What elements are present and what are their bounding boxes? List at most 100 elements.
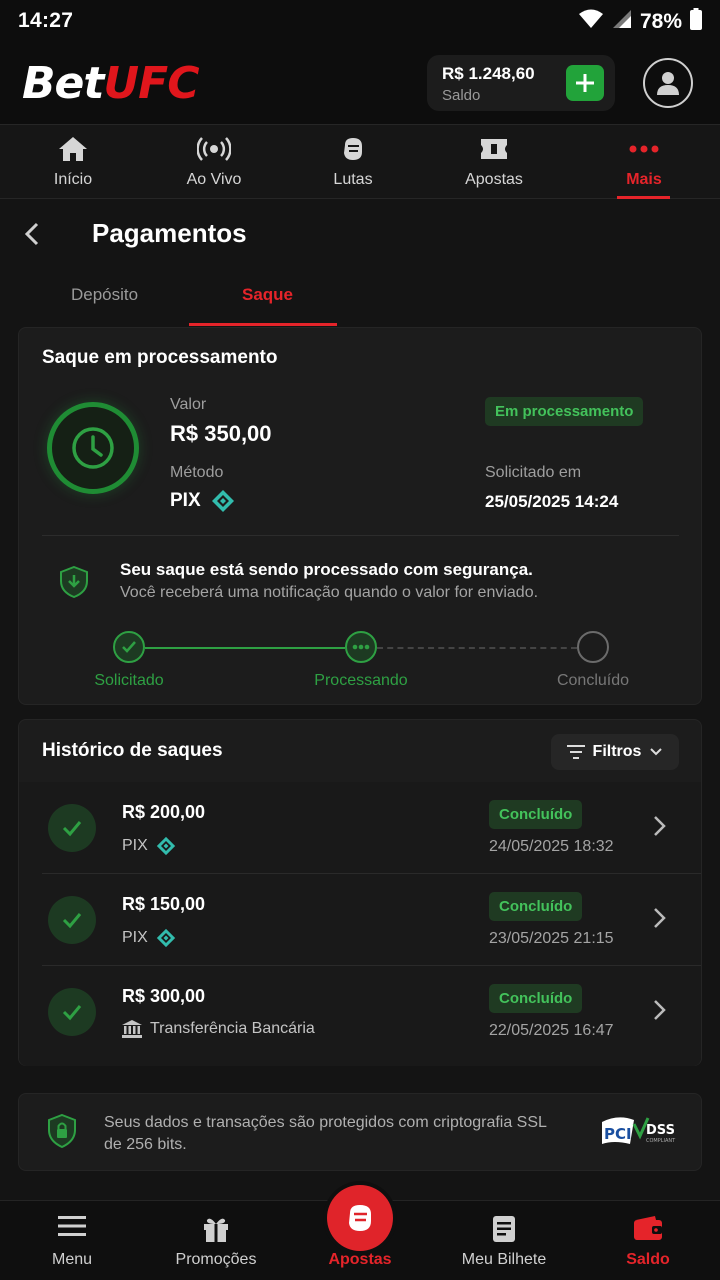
history-date: 23/05/2025 21:15: [489, 930, 614, 947]
pix-icon: [156, 928, 175, 948]
step-processando-circle: [345, 631, 377, 663]
method-value: PIX: [170, 490, 201, 511]
pci-dss-logo: PCI DSS COMPLIANT: [600, 1114, 680, 1150]
stepper-line-pending: [377, 647, 577, 649]
add-funds-button[interactable]: [566, 65, 604, 101]
gift-icon: [204, 1218, 228, 1242]
bottom-nav-meu-bilhete-label: Meu Bilhete: [461, 1251, 547, 1268]
nav-ao-vivo-label: Ao Vivo: [186, 171, 242, 188]
history-method-label: Transferência Bancária: [150, 1020, 315, 1037]
bottom-nav: Menu Promoções Apostas Meu Bilhete Saldo: [0, 1185, 720, 1280]
history-amount: R$ 200,00: [122, 802, 206, 822]
bottom-nav-menu-label: Menu: [51, 1251, 93, 1268]
step-solicitado-label: Solicitado: [94, 672, 164, 689]
status-bar: 14:27 78%: [0, 0, 720, 44]
balance-widget[interactable]: R$ 1.248,60 Saldo: [427, 55, 615, 111]
glove-icon: [349, 1205, 371, 1231]
dots-icon: [352, 644, 370, 650]
nav-active-indicator: [617, 196, 670, 199]
bottom-nav-meu-bilhete[interactable]: Meu Bilhete: [432, 1201, 576, 1280]
method-value-group: PIX: [170, 489, 235, 513]
pix-icon: [211, 490, 234, 512]
logo-ufc: UFC: [103, 58, 199, 109]
battery-icon: [690, 8, 702, 36]
page-title: Pagamentos: [92, 218, 247, 248]
logo-bet: Bet: [22, 58, 104, 109]
nav-inicio[interactable]: Início: [13, 125, 133, 199]
more-icon: [629, 145, 659, 153]
step-solicitado-circle: [113, 631, 145, 663]
step-processando-label: Processando: [314, 672, 408, 689]
status-icons: 78%: [578, 8, 702, 36]
shield-lock-icon: [47, 1113, 77, 1153]
history-row[interactable]: R$ 150,00 PIX Concluído 23/05/2025 21:15: [19, 874, 701, 966]
filter-icon: [566, 745, 585, 759]
ticket-icon: [481, 139, 507, 159]
history-row[interactable]: R$ 300,00 Transferência Bancária Concluí…: [19, 966, 701, 1058]
step-concluido-label: Concluído: [556, 672, 630, 689]
balance-label: Saldo: [442, 87, 481, 104]
compliant-text: COMPLIANT: [646, 1138, 676, 1144]
bottom-nav-promocoes[interactable]: Promoções: [144, 1201, 288, 1280]
history-row[interactable]: R$ 200,00 PIX Concluído 24/05/2025 18:32: [19, 782, 701, 874]
wifi-icon: [578, 8, 604, 36]
nav-inicio-label: Início: [53, 171, 93, 188]
bank-icon: [122, 1020, 142, 1038]
shield-download-icon: [59, 565, 89, 603]
bottom-nav-apostas-button[interactable]: [327, 1185, 393, 1251]
history-method: Transferência Bancária: [122, 1020, 315, 1038]
requested-label: Solicitado em: [485, 464, 582, 481]
wallet-icon: [634, 1216, 662, 1240]
nav-lutas[interactable]: Lutas: [293, 125, 413, 199]
history-status-badge: Concluído: [489, 800, 583, 829]
betufc-logo[interactable]: BetUFC: [22, 58, 200, 109]
requested-date: 25/05/2025 14:24: [485, 492, 619, 511]
home-icon: [59, 137, 87, 161]
filter-button[interactable]: Filtros: [551, 734, 679, 770]
bottom-nav-saldo[interactable]: Saldo: [576, 1201, 720, 1280]
balance-amount: R$ 1.248,60: [442, 64, 535, 83]
check-icon: [122, 641, 136, 653]
history-method-label: PIX: [122, 837, 148, 854]
completed-check-icon: [48, 804, 96, 852]
user-icon: [657, 72, 679, 95]
history-method: PIX: [122, 928, 176, 948]
divider: [42, 535, 679, 536]
processing-clock-ring: [47, 402, 139, 494]
history-date: 22/05/2025 16:47: [489, 1022, 614, 1039]
bottom-nav-menu[interactable]: Menu: [0, 1201, 144, 1280]
stepper-line-done: [145, 647, 345, 649]
value-label: Valor: [170, 396, 207, 413]
status-time: 14:27: [18, 9, 74, 32]
bottom-nav-saldo-label: Saldo: [626, 1251, 670, 1268]
nav-apostas[interactable]: Apostas: [434, 125, 554, 199]
processing-card: Saque em processamento Valor R$ 350,00 M…: [18, 327, 702, 705]
history-status-badge: Concluído: [489, 984, 583, 1013]
back-button[interactable]: [22, 221, 42, 252]
pci-text: PCI: [604, 1125, 632, 1143]
status-badge: Em processamento: [485, 397, 644, 426]
nav-lutas-label: Lutas: [333, 171, 373, 188]
history-list: R$ 200,00 PIX Concluído 24/05/2025 18:32…: [19, 782, 701, 1066]
glove-icon: [344, 138, 362, 160]
plus-icon: [576, 74, 594, 92]
security-card: Seus dados e transações são protegidos c…: [18, 1093, 702, 1171]
tab-saque[interactable]: Saque: [242, 285, 293, 305]
processing-title: Saque em processamento: [42, 347, 278, 368]
history-amount: R$ 150,00: [122, 894, 206, 914]
bottom-nav-apostas-label: Apostas: [328, 1251, 392, 1268]
tab-deposito[interactable]: Depósito: [71, 285, 138, 305]
chevron-left-icon: [24, 222, 39, 246]
chevron-right-icon: [651, 906, 667, 935]
completed-check-icon: [48, 988, 96, 1036]
secure-title: Seu saque está sendo processado com segu…: [120, 560, 533, 579]
history-method-label: PIX: [122, 929, 148, 946]
profile-avatar-button[interactable]: [643, 58, 693, 108]
menu-icon: [58, 1216, 86, 1236]
battery-percent: 78%: [639, 10, 682, 33]
history-status-badge: Concluído: [489, 892, 583, 921]
nav-ao-vivo[interactable]: Ao Vivo: [154, 125, 274, 199]
nav-mais[interactable]: Mais: [584, 125, 704, 199]
dss-text: DSS: [646, 1123, 675, 1138]
chevron-down-icon: [650, 748, 663, 756]
